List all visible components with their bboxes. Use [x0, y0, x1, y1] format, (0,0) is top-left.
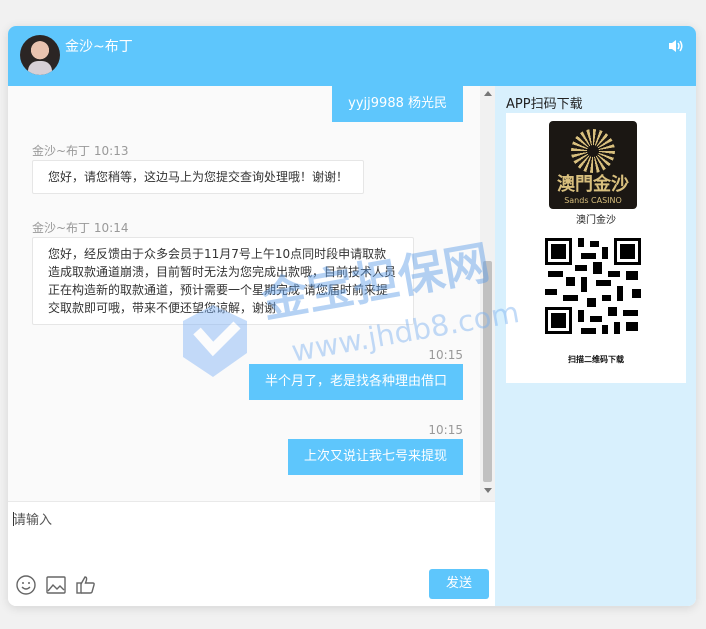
- message-compose-area: 发送: [8, 501, 495, 606]
- logo-text: 澳門金沙: [557, 174, 629, 195]
- message-time: 10:15: [428, 423, 463, 437]
- qr-code-icon[interactable]: [542, 235, 644, 337]
- agent-avatar[interactable]: [20, 35, 60, 75]
- scroll-up-arrow-icon[interactable]: [484, 91, 492, 96]
- logo-caption: 澳门金沙: [576, 215, 616, 226]
- message-bubble-incoming: 您好，经反馈由于众多会员于11月7号上午10点同时段申请取款造成取款通道崩溃，目…: [32, 237, 414, 325]
- message-bubble-incoming: 您好，请您稍等，这边马上为您提交查询处理哦！谢谢！: [32, 160, 365, 194]
- chat-header: 金沙~布丁: [8, 26, 696, 86]
- message-bubble-outgoing: 半个月了，老是找各种理由借口: [248, 364, 463, 400]
- app-download-card: 澳門金沙 Sands CASINO 澳门金沙 扫描二维码下载: [506, 113, 686, 383]
- message-time: 10:14: [93, 221, 129, 235]
- speaker-icon[interactable]: [668, 39, 684, 53]
- message-list[interactable]: yyjj9988 杨光民 金沙~布丁 10:13 您好，请您稍等，这边马上为您提…: [8, 86, 495, 501]
- chat-title: 金沙~布丁: [65, 39, 133, 55]
- brand-logo: 澳門金沙 Sands CASINO: [549, 121, 637, 209]
- message-meta: 金沙~布丁 10:14: [32, 220, 128, 236]
- qr-caption: 扫描二维码下载: [568, 355, 624, 364]
- text-caret: [13, 512, 14, 526]
- message-bubble-outgoing: 上次又说让我七号来提现: [287, 439, 463, 475]
- chat-window: 金沙~布丁 yyjj9988 杨光民 金沙~布丁 10:13 您好，请您稍等，这…: [8, 26, 696, 606]
- sender-name: 金沙~布丁: [32, 221, 91, 235]
- scrollbar-thumb[interactable]: [483, 261, 492, 482]
- sender-name: 金沙~布丁: [32, 144, 91, 158]
- chat-scrollbar[interactable]: [480, 86, 495, 501]
- message-bubble-outgoing: yyjj9988 杨光民: [332, 86, 463, 122]
- sun-logo-icon: [571, 129, 615, 173]
- sidebar: APP扫码下载 澳門金沙 Sands CASINO 澳门金沙 扫描二维码下载: [495, 86, 696, 606]
- logo-subtitle: Sands CASINO: [564, 196, 622, 205]
- smile-icon[interactable]: [15, 574, 37, 596]
- image-icon[interactable]: [45, 574, 67, 596]
- message-time: 10:13: [93, 144, 129, 158]
- message-time: 10:15: [428, 348, 463, 362]
- scroll-down-arrow-icon[interactable]: [484, 488, 492, 493]
- message-meta: 金沙~布丁 10:13: [32, 143, 128, 159]
- thumbs-up-icon[interactable]: [75, 574, 97, 596]
- send-button[interactable]: 发送: [429, 569, 489, 599]
- sidebar-title: APP扫码下载: [506, 97, 583, 112]
- message-input[interactable]: [13, 510, 473, 530]
